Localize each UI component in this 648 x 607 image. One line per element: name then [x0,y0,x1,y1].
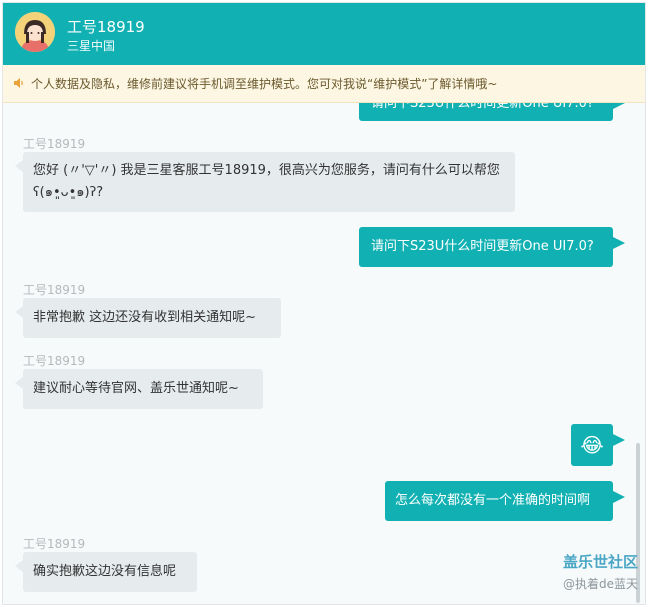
chat-header: 工号18919 三星中国 [3,3,645,65]
speaker-icon [13,66,25,104]
agent-avatar [15,12,55,52]
user-message-bubble: 怎么每次都没有一个准确的时间啊 [385,481,625,521]
watermark-user: @执着de蓝天 [562,577,638,591]
message-sender: 工号18919 [23,283,86,297]
agent-message-bubble: 非常抱歉 这边还没有收到相关通知呢~ [15,298,281,338]
laughing-emoji-icon: 😂 [580,433,604,457]
avatar-icon [15,12,55,52]
agent-message-bubble: 建议耐心等待官网、盖乐世通知呢~ [15,369,263,409]
message-text: 非常抱歉 这边还没有收到相关通知呢~ [33,310,257,325]
message-sender: 工号18919 [23,354,86,368]
user-message-bubble: 请问下S23U什么时间更新One UI7.0? [359,227,625,267]
privacy-notice[interactable]: 个人数据及隐私，维修前建议将手机调至维护模式。您可对我说“维护模式”了解详情哦~ [3,65,645,103]
message-text: 您好 (〃'▽'〃) 我是三星客服工号18919，很高兴为您服务，请问有什么可以… [33,163,500,200]
agent-organization: 三星中国 [67,39,116,53]
agent-name: 工号18919 [67,18,145,36]
message-text: 请问下S23U什么时间更新One UI7.0? [371,239,594,254]
watermark-community: 盖乐世社区 [562,553,638,571]
notice-text: 个人数据及隐私，维修前建议将手机调至维护模式。您可对我说“维护模式”了解详情哦~ [31,77,498,91]
user-emoji-bubble: 😂 [571,424,625,466]
chat-window: 工号18919 三星中国 个人数据及隐私，维修前建议将手机调至维护模式。您可对我… [2,2,646,605]
message-text: 确实抱歉这边没有信息呢 [33,564,177,579]
message-list[interactable]: 请问下S23U什么时间更新One UI7.0? 工号18919 您好 (〃'▽'… [3,103,645,604]
agent-message-bubble: 确实抱歉这边没有信息呢 [15,552,197,592]
message-sender: 工号18919 [23,537,86,551]
message-text: 建议耐心等待官网、盖乐世通知呢~ [33,381,239,396]
message-sender: 工号18919 [23,137,86,151]
message-text: 怎么每次都没有一个准确的时间啊 [395,493,591,508]
agent-message-bubble: 您好 (〃'▽'〃) 我是三星客服工号18919，很高兴为您服务，请问有什么可以… [15,152,515,212]
user-message-bubble: 请问下S23U什么时间更新One UI7.0? [359,103,625,121]
message-text: 请问下S23U什么时间更新One UI7.0? [371,103,594,111]
